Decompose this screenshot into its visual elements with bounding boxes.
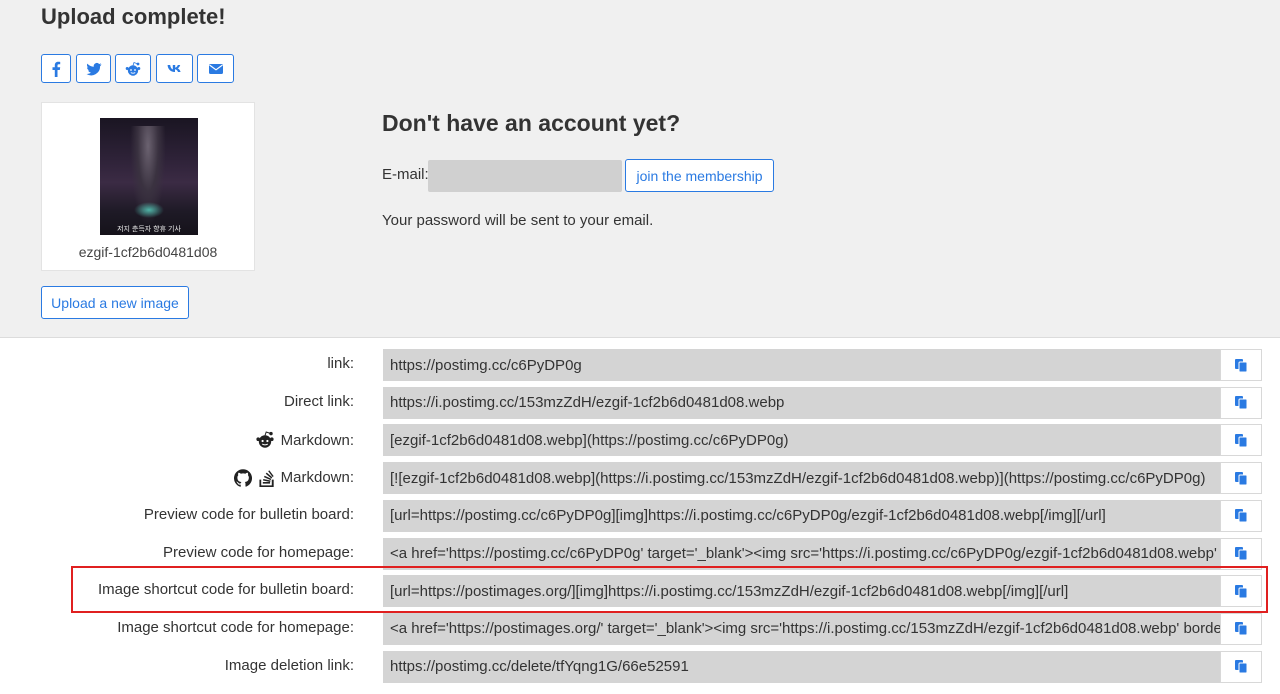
- copy-icon: [1235, 396, 1248, 410]
- twitter-icon: [86, 62, 101, 75]
- link-code-field[interactable]: [![ezgif-1cf2b6d0481d08.webp](https://i.…: [383, 462, 1220, 495]
- link-code-field[interactable]: https://i.postimg.cc/153mzZdH/ezgif-1cf2…: [383, 386, 1220, 419]
- copy-icon: [1235, 584, 1248, 599]
- link-row-label: Direct link:: [283, 392, 354, 410]
- link-row-label: Markdown:: [233, 468, 354, 488]
- copy-icon: [1235, 660, 1248, 674]
- uploaded-image-thumbnail[interactable]: 저지 춘득자 향휴 기사: [100, 118, 198, 235]
- link-row-label: link:: [327, 355, 354, 372]
- copy-button[interactable]: [1220, 499, 1262, 532]
- copy-button[interactable]: [1220, 612, 1262, 645]
- copy-icon: [1235, 471, 1248, 486]
- link-code-field[interactable]: https://postimg.cc/delete/tfYqng1G/66e52…: [383, 650, 1220, 683]
- image-filename: ezgif-1cf2b6d0481d08: [78, 244, 218, 260]
- link-row-label: Preview code for homepage:: [163, 543, 354, 561]
- upload-new-image-button[interactable]: Upload a new image: [41, 286, 189, 319]
- copy-button[interactable]: [1220, 537, 1262, 570]
- email-icon: [208, 63, 223, 74]
- copy-button[interactable]: [1220, 349, 1262, 381]
- link-row-label: Image shortcut code for bulletin board:: [98, 581, 354, 599]
- share-reddit-button[interactable]: [115, 54, 151, 83]
- link-code-field[interactable]: [url=https://postimages.org/][img]https:…: [383, 575, 1220, 608]
- password-note: Your password will be sent to your email…: [382, 212, 654, 229]
- share-vk-button[interactable]: [156, 54, 193, 83]
- link-code-field[interactable]: <a href='https://postimages.org/' target…: [383, 612, 1220, 645]
- share-facebook-button[interactable]: [41, 54, 71, 83]
- uploaded-image-card: 저지 춘득자 향휴 기사 ezgif-1cf2b6d0481d08: [41, 102, 255, 271]
- link-code-field[interactable]: https://postimg.cc/c6PyDP0g: [383, 349, 1220, 381]
- link-code-field[interactable]: <a href='https://postimg.cc/c6PyDP0g' ta…: [383, 537, 1220, 570]
- copy-icon: [1235, 622, 1248, 636]
- page-title: Upload complete!: [41, 4, 226, 29]
- email-label: E-mail:: [382, 166, 429, 183]
- copy-icon: [1235, 433, 1248, 448]
- copy-button[interactable]: [1220, 575, 1262, 608]
- copy-button[interactable]: [1220, 650, 1262, 683]
- link-code-field[interactable]: [url=https://postimg.cc/c6PyDP0g][img]ht…: [383, 499, 1220, 532]
- account-heading: Don't have an account yet?: [382, 110, 681, 136]
- reddit-icon: [125, 61, 141, 76]
- thumbnail-caption: 저지 춘득자 향휴 기사: [117, 226, 181, 233]
- link-code-field[interactable]: [ezgif-1cf2b6d0481d08.webp](https://post…: [383, 424, 1220, 457]
- share-twitter-button[interactable]: [76, 54, 111, 83]
- link-row-label: Image shortcut code for homepage:: [117, 618, 354, 636]
- link-row-label: Preview code for bulletin board:: [143, 505, 354, 523]
- email-input[interactable]: [428, 160, 622, 192]
- link-row-label: Markdown:: [255, 430, 354, 450]
- vk-icon: [167, 64, 181, 72]
- copy-button[interactable]: [1220, 424, 1262, 457]
- reddit-icon: [255, 430, 275, 450]
- link-row-label: Image deletion link:: [224, 656, 354, 674]
- facebook-icon: [52, 61, 61, 77]
- github-icon: [233, 468, 252, 487]
- copy-button[interactable]: [1220, 386, 1262, 419]
- copy-icon: [1235, 358, 1248, 372]
- join-membership-button[interactable]: join the membership: [625, 159, 774, 192]
- share-email-button[interactable]: [197, 54, 234, 83]
- copy-icon: [1235, 547, 1248, 561]
- copy-icon: [1235, 509, 1248, 523]
- stackoverflow-icon: [258, 468, 275, 488]
- copy-button[interactable]: [1220, 462, 1262, 495]
